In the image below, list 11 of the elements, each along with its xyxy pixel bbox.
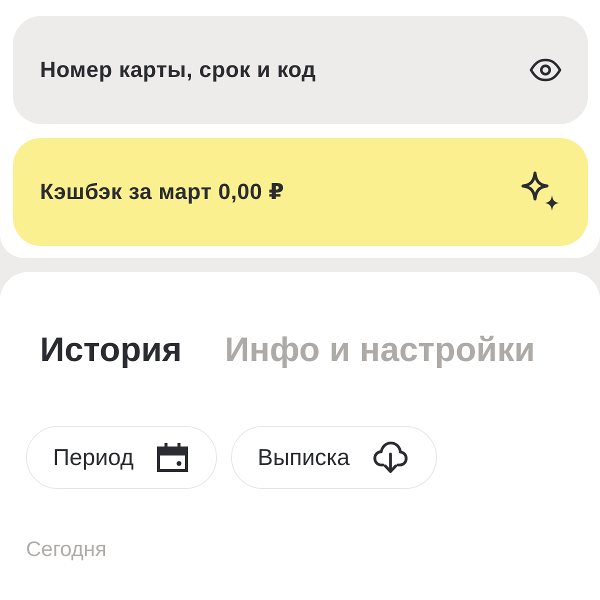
- eye-icon[interactable]: [529, 58, 562, 82]
- calendar-icon: [156, 443, 188, 472]
- tab[interactable]: История: [40, 328, 182, 372]
- cashback-banner[interactable]: Кэшбэк за март 0,00 ₽: [13, 138, 588, 246]
- section-label: Сегодня: [26, 537, 106, 563]
- statement-button[interactable]: Выписка: [230, 426, 437, 489]
- period-button[interactable]: Период: [26, 426, 217, 489]
- cloud-download-icon: [372, 441, 408, 474]
- row-label: Кэшбэк за март 0,00 ₽: [40, 179, 284, 205]
- card-details-row[interactable]: Номер карты, срок и код: [13, 16, 588, 124]
- row-label: Номер карты, срок и код: [40, 57, 316, 83]
